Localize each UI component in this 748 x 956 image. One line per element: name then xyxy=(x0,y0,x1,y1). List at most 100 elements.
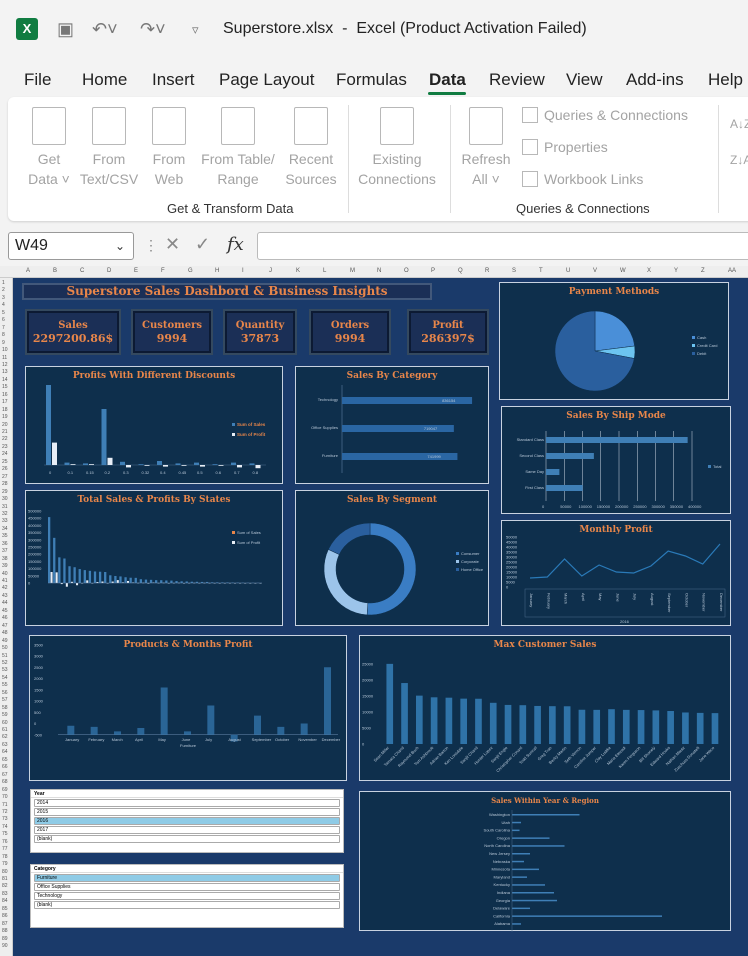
redo-icon[interactable]: ↷˅ xyxy=(140,19,166,40)
row-header[interactable]: 65 xyxy=(2,757,8,763)
slicer-item[interactable]: Office Supplies xyxy=(34,883,340,891)
row-header[interactable]: 11 xyxy=(2,355,7,361)
row-header[interactable]: 40 xyxy=(2,571,8,577)
chart-max-customer[interactable]: Max Customer Sales 0 5000 10000 15000 20000 25… xyxy=(359,635,731,781)
slicer-item[interactable]: 2015 xyxy=(34,808,340,816)
column-header[interactable]: V xyxy=(593,268,597,274)
row-header[interactable]: 24 xyxy=(2,451,8,457)
row-header[interactable]: 59 xyxy=(2,712,8,718)
row-header[interactable]: 32 xyxy=(2,511,8,517)
column-header[interactable]: P xyxy=(431,268,435,274)
row-header[interactable]: 34 xyxy=(2,526,8,532)
row-header[interactable]: 64 xyxy=(2,749,8,755)
row-header[interactable]: 37 xyxy=(2,548,8,554)
row-header[interactable]: 57 xyxy=(2,697,8,703)
row-header[interactable]: 2 xyxy=(2,287,5,293)
chart-ship-mode[interactable]: Sales By Ship Mode 0 50000 100000 150000 2000… xyxy=(501,406,731,514)
row-header[interactable]: 28 xyxy=(2,481,8,487)
column-header[interactable]: O xyxy=(404,268,409,274)
column-header[interactable]: G xyxy=(188,268,193,274)
refresh-all-button[interactable]: Refresh All ˅ xyxy=(460,107,512,189)
row-header[interactable]: 10 xyxy=(2,347,8,353)
row-header[interactable]: 61 xyxy=(2,727,8,733)
queries-connections-button[interactable]: Queries & Connections xyxy=(522,107,688,123)
slicer-item[interactable]: 2014 xyxy=(34,799,340,807)
row-header[interactable]: 83 xyxy=(2,891,8,897)
column-header[interactable]: L xyxy=(323,268,326,274)
column-header[interactable]: W xyxy=(620,268,626,274)
formula-input[interactable] xyxy=(257,232,748,260)
column-header[interactable]: B xyxy=(53,268,57,274)
row-header[interactable]: 27 xyxy=(2,474,8,480)
row-header[interactable]: 85 xyxy=(2,906,8,912)
slicer-year[interactable]: Year 2014 2015 2016 2017 (blank) xyxy=(30,789,344,853)
row-header[interactable]: 36 xyxy=(2,541,8,547)
column-header[interactable]: M xyxy=(350,268,355,274)
row-header[interactable]: 43 xyxy=(2,593,8,599)
column-header[interactable]: T xyxy=(539,268,543,274)
column-header[interactable]: Q xyxy=(458,268,463,274)
row-header[interactable]: 52 xyxy=(2,660,8,666)
save-icon[interactable]: ▣ xyxy=(57,19,74,40)
row-header[interactable]: 19 xyxy=(2,414,8,420)
row-header[interactable]: 49 xyxy=(2,638,8,644)
row-header[interactable]: 68 xyxy=(2,779,8,785)
row-header[interactable]: 62 xyxy=(2,734,8,740)
sort-za-icon[interactable]: Z↓A xyxy=(730,153,748,167)
slicer-item[interactable]: Technology xyxy=(34,892,340,900)
existing-connections-button[interactable]: Existing Connections xyxy=(354,107,440,189)
row-header[interactable]: 18 xyxy=(2,407,8,413)
slicer-category[interactable]: Category Furniture Office Supplies Technol… xyxy=(30,864,344,928)
row-header[interactable]: 39 xyxy=(2,563,8,569)
row-header[interactable]: 33 xyxy=(2,518,8,524)
row-header[interactable]: 75 xyxy=(2,831,8,837)
row-header[interactable]: 89 xyxy=(2,936,8,942)
row-header[interactable]: 47 xyxy=(2,623,8,629)
row-header[interactable]: 71 xyxy=(2,802,8,808)
row-header[interactable]: 82 xyxy=(2,883,8,889)
row-header[interactable]: 45 xyxy=(2,608,8,614)
tab-review[interactable]: Review xyxy=(489,70,545,90)
row-header[interactable]: 88 xyxy=(2,928,8,934)
row-header[interactable]: 67 xyxy=(2,772,8,778)
row-header[interactable]: 13 xyxy=(2,369,8,375)
row-header[interactable]: 7 xyxy=(2,325,5,331)
column-header[interactable]: D xyxy=(107,268,111,274)
row-header[interactable]: 87 xyxy=(2,921,8,927)
row-header[interactable]: 14 xyxy=(2,377,8,383)
slicer-item[interactable]: Furniture xyxy=(34,874,340,882)
row-header[interactable]: 38 xyxy=(2,556,8,562)
row-header[interactable]: 86 xyxy=(2,913,8,919)
row-header[interactable]: 30 xyxy=(2,496,8,502)
row-header[interactable]: 78 xyxy=(2,854,8,860)
column-header[interactable]: E xyxy=(134,268,138,274)
column-header[interactable]: N xyxy=(377,268,381,274)
name-box[interactable]: W49 ⌄ xyxy=(8,232,134,260)
tab-insert[interactable]: Insert xyxy=(152,70,195,90)
row-header[interactable]: 50 xyxy=(2,645,8,651)
row-header[interactable]: 77 xyxy=(2,846,8,852)
row-header[interactable]: 66 xyxy=(2,764,8,770)
column-header[interactable]: X xyxy=(647,268,651,274)
chart-discounts[interactable]: Profits With Different Discounts 0 0.1 0.15… xyxy=(25,366,283,484)
row-header[interactable]: 90 xyxy=(2,943,8,949)
insert-function-button[interactable]: fx xyxy=(227,234,244,255)
row-header[interactable]: 79 xyxy=(2,861,8,867)
column-header[interactable]: C xyxy=(80,268,84,274)
row-header[interactable]: 53 xyxy=(2,667,8,673)
undo-icon[interactable]: ↶˅ xyxy=(92,19,118,40)
enter-icon[interactable]: ✓ xyxy=(195,234,210,255)
chart-region[interactable]: Sales Within Year & Region Washington Utah… xyxy=(359,791,731,932)
dashboard-sheet[interactable]: Superstore Sales Dashbord & Business Ins… xyxy=(13,278,748,956)
row-header[interactable]: 9 xyxy=(2,340,5,346)
row-header[interactable]: 44 xyxy=(2,600,8,606)
row-header[interactable]: 35 xyxy=(2,533,8,539)
row-header[interactable]: 54 xyxy=(2,675,8,681)
row-header[interactable]: 22 xyxy=(2,436,8,442)
chart-segment[interactable]: Sales By Segment Consumer Corporate Home Of… xyxy=(295,490,489,626)
column-header[interactable]: H xyxy=(215,268,219,274)
row-header[interactable]: 76 xyxy=(2,839,8,845)
row-header[interactable]: 26 xyxy=(2,466,8,472)
slicer-item[interactable]: 2017 xyxy=(34,826,340,834)
column-header[interactable]: A xyxy=(26,268,30,274)
